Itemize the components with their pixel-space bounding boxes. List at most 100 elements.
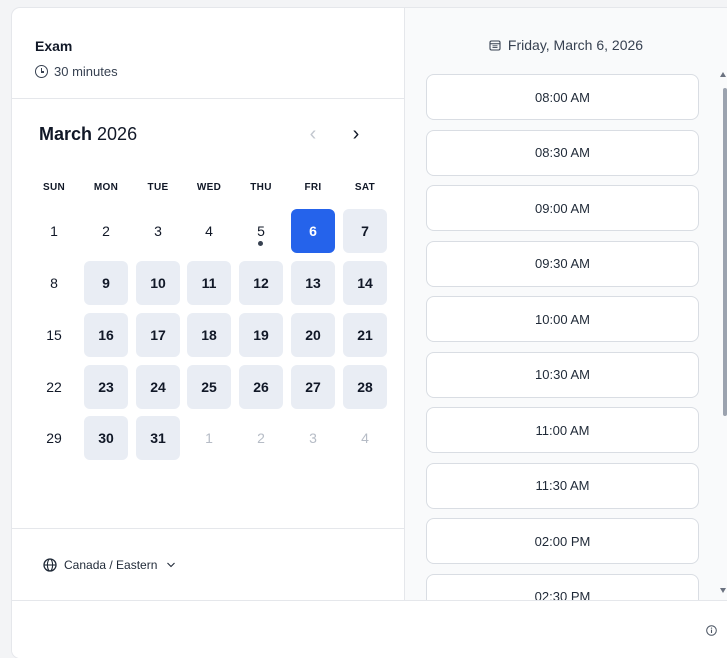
day-cell[interactable]: 16 — [84, 313, 128, 357]
weekday-label: TUE — [147, 182, 169, 193]
scroll-up-arrow[interactable] — [720, 72, 726, 77]
weekday-label: THU — [250, 182, 272, 193]
day-cell: 22 — [32, 365, 76, 409]
day-cell[interactable]: 18 — [187, 313, 231, 357]
day-number: 21 — [357, 327, 373, 343]
day-cell[interactable]: 25 — [187, 365, 231, 409]
time-slot-button[interactable]: 11:30 AM — [426, 462, 699, 509]
day-cell: 8 — [32, 261, 76, 305]
scroll-down-arrow[interactable] — [720, 588, 726, 593]
weekday-label: WED — [196, 182, 222, 193]
timezone-selector[interactable]: Canada / Eastern — [43, 558, 176, 572]
day-number: 30 — [98, 430, 114, 446]
time-slot-button[interactable]: 09:30 AM — [426, 240, 699, 287]
time-slot-button[interactable]: 10:30 AM — [426, 351, 699, 398]
day-cell[interactable]: 21 — [343, 313, 387, 357]
day-cell[interactable]: 23 — [84, 365, 128, 409]
event-title: Exam — [35, 38, 73, 54]
globe-icon — [43, 558, 57, 572]
day-cell[interactable]: 7 — [343, 209, 387, 253]
day-cell: 5 — [239, 209, 283, 253]
day-number: 19 — [253, 327, 269, 343]
clock-icon — [35, 65, 48, 78]
day-cell[interactable]: 27 — [291, 365, 335, 409]
day-cell[interactable]: 14 — [343, 261, 387, 305]
day-number: 8 — [50, 275, 58, 291]
scrollbar[interactable] — [718, 72, 727, 602]
day-number: 1 — [205, 430, 213, 446]
time-slot-button[interactable]: 11:00 AM — [426, 407, 699, 453]
day-number: 5 — [257, 223, 265, 239]
day-cell: 3 — [136, 209, 180, 253]
time-slot-button[interactable]: 09:00 AM — [426, 185, 699, 231]
day-cell[interactable]: 26 — [239, 365, 283, 409]
chevron-left-icon[interactable]: ‹ — [301, 120, 325, 148]
day-cell[interactable]: 31 — [136, 416, 180, 460]
day-number: 4 — [205, 223, 213, 239]
day-number: 24 — [150, 379, 166, 395]
day-cell[interactable]: 30 — [84, 416, 128, 460]
calendar-panel: Exam 30 minutes March 2026 ‹ › SUN MON TUE… — [12, 8, 405, 600]
day-cell: 29 — [32, 416, 76, 460]
time-slot-button[interactable]: 08:30 AM — [426, 129, 699, 176]
day-cell[interactable]: 9 — [84, 261, 128, 305]
month-year-label: March 2026 — [39, 124, 137, 145]
day-number: 29 — [46, 430, 62, 446]
weekday-label: SUN — [42, 182, 65, 193]
timezone-label: Canada / Eastern — [64, 558, 158, 572]
day-selected[interactable]: 6 — [291, 209, 335, 253]
day-number: 12 — [253, 275, 269, 291]
day-number: 11 — [201, 275, 217, 291]
day-number: 25 — [201, 379, 217, 395]
time-slot-button[interactable]: 10:00 AM — [426, 296, 699, 342]
day-number: 28 — [357, 379, 373, 395]
day-number: 31 — [150, 430, 166, 446]
chevron-right-icon[interactable]: › — [344, 120, 368, 148]
day-cell: 2 — [84, 209, 128, 253]
weekday-label: SAT — [354, 182, 376, 193]
day-number: 13 — [305, 275, 321, 291]
day-cell: 15 — [32, 313, 76, 357]
day-cell[interactable]: 20 — [291, 313, 335, 357]
day-cell[interactable]: 28 — [343, 365, 387, 409]
day-number: 3 — [309, 430, 317, 446]
scrollbar-thumb[interactable] — [723, 88, 727, 416]
footer-bar — [12, 600, 727, 658]
month-name: March — [39, 124, 93, 144]
time-slot-button[interactable]: 08:00 AM — [426, 74, 699, 120]
time-slot-list: 08:00 AM 08:30 AM 09:00 AM 09:30 AM 10:00 AM… — [426, 74, 699, 600]
day-number: 22 — [46, 379, 62, 395]
year: 2026 — [97, 124, 138, 144]
day-cell: 1 — [187, 416, 231, 460]
day-number: 3 — [154, 223, 162, 239]
time-slot-button[interactable]: 02:00 PM — [426, 518, 699, 564]
day-cell[interactable]: 12 — [239, 261, 283, 305]
day-number: 9 — [102, 275, 110, 291]
info-icon[interactable] — [706, 625, 717, 636]
day-number: 16 — [98, 327, 114, 343]
day-number: 18 — [201, 327, 217, 343]
day-number: 2 — [257, 430, 265, 446]
day-number: 10 — [150, 275, 166, 291]
day-cell[interactable]: 13 — [291, 261, 335, 305]
calendar-icon — [489, 40, 501, 51]
day-cell[interactable]: 10 — [136, 261, 180, 305]
day-cell[interactable]: 17 — [136, 313, 180, 357]
divider — [12, 528, 405, 529]
day-cell[interactable]: 24 — [136, 365, 180, 409]
day-number: 20 — [305, 327, 321, 343]
day-number: 15 — [46, 327, 62, 343]
day-number: 17 — [150, 327, 166, 343]
time-slot-button[interactable]: 02:30 PM — [426, 573, 699, 600]
day-cell[interactable]: 11 — [187, 261, 231, 305]
day-cell: 4 — [187, 209, 231, 253]
day-number: 1 — [50, 223, 58, 239]
day-number: 23 — [98, 379, 114, 395]
day-cell: 2 — [239, 416, 283, 460]
day-cell[interactable]: 19 — [239, 313, 283, 357]
day-number: 26 — [253, 379, 269, 395]
selected-date-text: Friday, March 6, 2026 — [507, 37, 644, 53]
day-cell: 1 — [32, 209, 76, 253]
weekday-header: SUN MON TUE WED THU FRI SAT — [32, 182, 392, 196]
day-number: 2 — [102, 223, 110, 239]
